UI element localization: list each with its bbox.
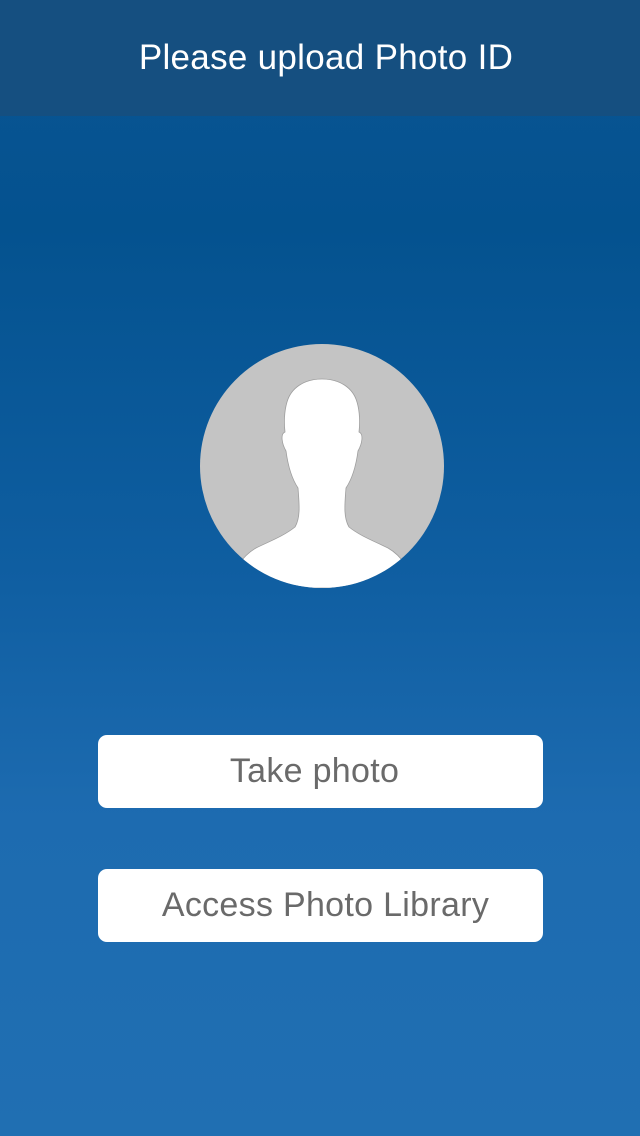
top-header-bar: Please upload Photo ID xyxy=(0,0,640,116)
take-photo-button[interactable]: Take photo xyxy=(98,735,543,808)
access-photo-library-label: Access Photo Library xyxy=(161,886,490,924)
access-photo-library-button[interactable]: Access Photo Library xyxy=(98,869,543,942)
page-title: Please upload Photo ID xyxy=(138,38,514,77)
photo-placeholder xyxy=(200,344,444,588)
person-silhouette-icon xyxy=(200,344,444,588)
take-photo-label: Take photo xyxy=(229,752,400,790)
